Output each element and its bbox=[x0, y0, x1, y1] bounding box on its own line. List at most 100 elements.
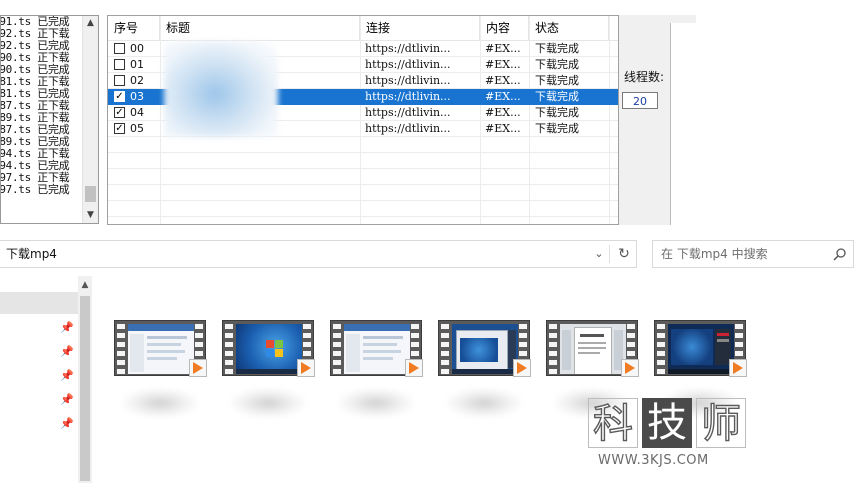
cell-status: 下载完成 bbox=[535, 122, 579, 135]
play-icon bbox=[405, 359, 423, 377]
video-file-thumbnail[interactable] bbox=[546, 320, 639, 378]
grid-header: 序号 标题 连接 内容 状态 bbox=[108, 16, 618, 41]
log-lines: 391.ts 已完成 392.ts 正下载 392.ts 已完成 390.ts 正下载… bbox=[1, 16, 83, 196]
video-preview bbox=[344, 324, 410, 374]
watermark-url: WWW.3KJS.COM bbox=[598, 453, 709, 468]
cell-link: https://dtlivin... bbox=[365, 74, 451, 87]
row-checkbox[interactable]: ✓ bbox=[114, 91, 125, 102]
col-header-seq[interactable]: 序号 bbox=[108, 16, 160, 40]
scroll-up-icon[interactable]: ▲ bbox=[78, 278, 92, 292]
blurred-titles bbox=[164, 41, 278, 137]
cell-seq: 01 bbox=[130, 58, 144, 71]
cell-content: #EX... bbox=[485, 42, 521, 55]
log-line: 397.ts 已完成 bbox=[0, 183, 70, 196]
cell-seq: 02 bbox=[130, 74, 144, 87]
cell-link: https://dtlivin... bbox=[365, 106, 451, 119]
nav-scroll-thumb[interactable] bbox=[80, 296, 90, 481]
address-bar[interactable]: 下载mp4 ⌄ ↻ bbox=[0, 240, 637, 268]
col-header-status[interactable]: 状态 bbox=[529, 16, 609, 40]
search-placeholder[interactable]: 在 下载mp4 中搜索 bbox=[661, 241, 768, 267]
address-divider bbox=[609, 245, 610, 263]
col-header-content[interactable]: 内容 bbox=[480, 16, 529, 40]
blurred-file-name bbox=[338, 388, 414, 418]
col-header-link[interactable]: 连接 bbox=[360, 16, 480, 40]
video-file-thumbnail[interactable] bbox=[438, 320, 531, 378]
col-header-title[interactable]: 标题 bbox=[160, 16, 360, 40]
cell-status: 下载完成 bbox=[535, 90, 579, 103]
play-icon bbox=[513, 359, 531, 377]
download-log-list[interactable]: 391.ts 已完成 392.ts 正下载 392.ts 已完成 390.ts 正下载… bbox=[0, 15, 99, 224]
threads-input[interactable]: 20 bbox=[622, 92, 658, 109]
settings-side bbox=[619, 15, 671, 225]
pin-icon[interactable]: 📌 bbox=[60, 394, 74, 406]
chevron-down-icon[interactable]: ⌄ bbox=[589, 241, 609, 267]
watermark-char: 科 bbox=[588, 398, 638, 448]
video-preview bbox=[452, 324, 518, 374]
window-edge bbox=[670, 15, 696, 23]
watermark-char: 技 bbox=[642, 398, 692, 448]
pin-icon[interactable]: 📌 bbox=[60, 370, 74, 382]
address-path[interactable]: 下载mp4 bbox=[6, 241, 57, 267]
video-preview bbox=[668, 324, 734, 374]
cell-link: https://dtlivin... bbox=[365, 90, 451, 103]
cell-status: 下载完成 bbox=[535, 58, 579, 71]
blurred-file-name bbox=[122, 388, 198, 418]
task-grid[interactable]: 序号 标题 连接 内容 状态 00 https://dtlivin... #EX..… bbox=[107, 15, 619, 225]
nav-item-selected[interactable] bbox=[0, 292, 78, 314]
cell-content: #EX... bbox=[485, 90, 521, 103]
navigation-pane[interactable]: 📌 📌 📌 📌 📌 bbox=[0, 276, 78, 483]
downloader-panel: 391.ts 已完成 392.ts 正下载 392.ts 已完成 390.ts 正下载… bbox=[0, 0, 862, 229]
search-box[interactable]: 在 下载mp4 中搜索 bbox=[652, 240, 854, 268]
blurred-file-name bbox=[230, 388, 306, 418]
blurred-file-name bbox=[446, 388, 522, 418]
grid-row-line bbox=[108, 152, 618, 153]
video-preview bbox=[236, 324, 302, 374]
cell-status: 下载完成 bbox=[535, 42, 579, 55]
threads-label: 线程数: bbox=[624, 70, 665, 84]
cell-content: #EX... bbox=[485, 58, 521, 71]
search-icon[interactable] bbox=[833, 247, 847, 261]
video-file-thumbnail[interactable] bbox=[114, 320, 207, 378]
refresh-icon[interactable]: ↻ bbox=[612, 241, 636, 267]
row-checkbox[interactable] bbox=[114, 59, 125, 70]
row-checkbox[interactable]: ✓ bbox=[114, 107, 125, 118]
play-icon bbox=[621, 359, 639, 377]
cell-status: 下载完成 bbox=[535, 106, 579, 119]
row-checkbox[interactable] bbox=[114, 43, 125, 54]
grid-row-line bbox=[108, 216, 618, 217]
row-checkbox[interactable] bbox=[114, 75, 125, 86]
pin-icon[interactable]: 📌 bbox=[60, 346, 74, 358]
grid-row-line bbox=[108, 168, 618, 169]
cell-seq: 04 bbox=[130, 106, 144, 119]
pin-icon[interactable]: 📌 bbox=[60, 418, 74, 430]
cell-content: #EX... bbox=[485, 106, 521, 119]
log-scrollbar[interactable]: ▲ ▼ bbox=[82, 16, 98, 223]
cell-link: https://dtlivin... bbox=[365, 42, 451, 55]
video-preview bbox=[128, 324, 194, 374]
cell-seq: 05 bbox=[130, 122, 144, 135]
cell-content: #EX... bbox=[485, 74, 521, 87]
watermark-char: 师 bbox=[696, 398, 746, 448]
row-checkbox[interactable]: ✓ bbox=[114, 123, 125, 134]
cell-status: 下载完成 bbox=[535, 74, 579, 87]
play-icon bbox=[189, 359, 207, 377]
video-preview bbox=[560, 324, 626, 374]
log-scroll-thumb[interactable] bbox=[85, 186, 96, 202]
pin-icon[interactable]: 📌 bbox=[60, 322, 74, 334]
watermark-logo: 科 技 师 WWW.3KJS.COM bbox=[588, 398, 748, 472]
play-icon bbox=[297, 359, 315, 377]
play-icon bbox=[729, 359, 747, 377]
grid-row-line bbox=[108, 184, 618, 185]
video-file-thumbnail[interactable] bbox=[222, 320, 315, 378]
cell-content: #EX... bbox=[485, 122, 521, 135]
video-file-thumbnail[interactable] bbox=[654, 320, 747, 378]
cell-link: https://dtlivin... bbox=[365, 122, 451, 135]
nav-scrollbar[interactable]: ▲ bbox=[78, 276, 92, 483]
scroll-down-icon[interactable]: ▼ bbox=[83, 208, 98, 223]
cell-seq: 03 bbox=[130, 90, 144, 103]
video-file-thumbnail[interactable] bbox=[330, 320, 423, 378]
cell-seq: 00 bbox=[130, 42, 144, 55]
cell-link: https://dtlivin... bbox=[365, 58, 451, 71]
grid-row-line bbox=[108, 200, 618, 201]
scroll-up-icon[interactable]: ▲ bbox=[83, 16, 98, 31]
